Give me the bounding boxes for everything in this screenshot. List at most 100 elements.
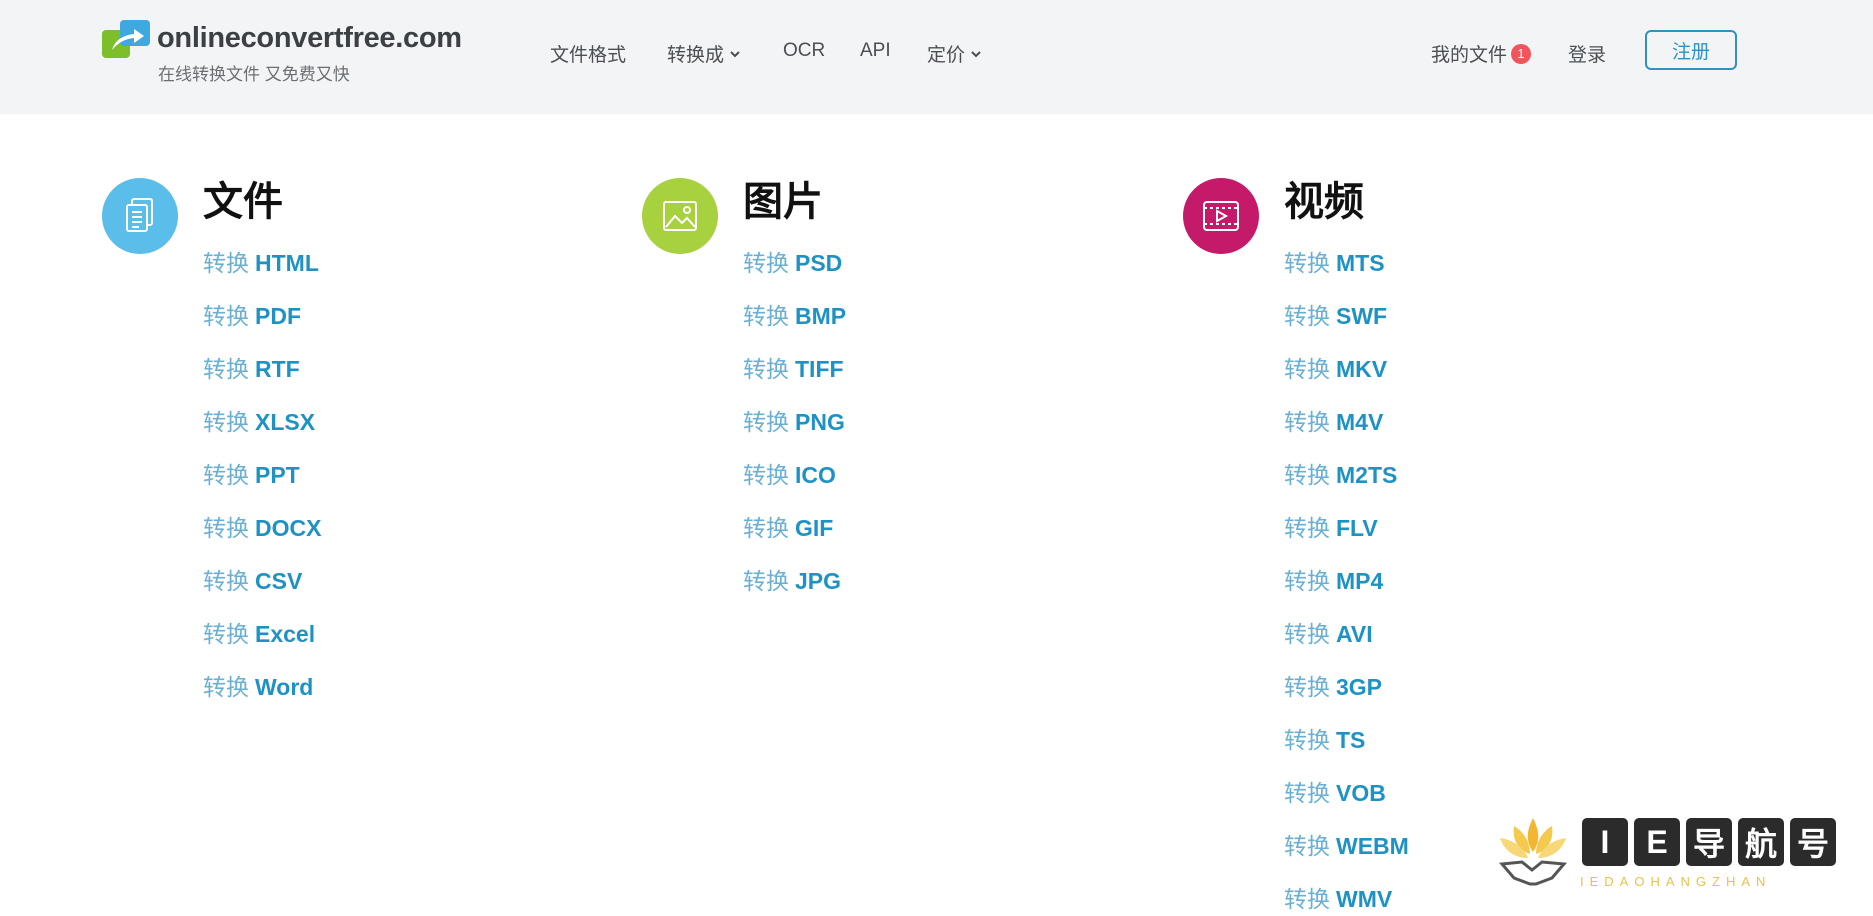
convert-link-mts[interactable]: 转换 MTS xyxy=(1284,249,1385,277)
convert-verb: 转换 xyxy=(203,250,249,276)
convert-verb: 转换 xyxy=(203,356,249,382)
category-title: 视频 xyxy=(1284,180,1364,224)
format-name: PSD xyxy=(795,250,843,276)
convert-verb: 转换 xyxy=(743,515,789,541)
convert-link-xlsx[interactable]: 转换 XLSX xyxy=(203,408,315,436)
format-name: CSV xyxy=(255,568,303,594)
convert-link-pdf[interactable]: 转换 PDF xyxy=(203,302,301,330)
format-name: PNG xyxy=(795,409,845,435)
convert-link-html[interactable]: 转换 HTML xyxy=(203,249,319,277)
brand-tagline: 在线转换文件 又免费又快 xyxy=(158,65,350,84)
nav-pricing[interactable]: 定价 xyxy=(927,40,981,67)
signup-button[interactable]: 注册 xyxy=(1645,30,1737,70)
image-icon xyxy=(642,178,718,254)
convert-link-excel[interactable]: 转换 Excel xyxy=(203,620,315,648)
category-title: 文件 xyxy=(203,180,283,224)
convert-verb: 转换 xyxy=(1284,886,1330,912)
convert-link-webm[interactable]: 转换 WEBM xyxy=(1284,832,1409,860)
convert-link-3gp[interactable]: 转换 3GP xyxy=(1284,673,1382,701)
format-name: XLSX xyxy=(255,409,316,435)
nav-api[interactable]: API xyxy=(860,40,891,62)
convert-link-jpg[interactable]: 转换 JPG xyxy=(743,567,841,595)
watermark-char: 号 xyxy=(1790,818,1836,866)
convert-link-csv[interactable]: 转换 CSV xyxy=(203,567,302,595)
convert-link-avi[interactable]: 转换 AVI xyxy=(1284,620,1373,648)
convert-link-bmp[interactable]: 转换 BMP xyxy=(743,302,846,330)
site-header: onlineconvertfree.com 在线转换文件 又免费又快 文件格式 … xyxy=(0,0,1873,114)
convert-verb: 转换 xyxy=(1284,462,1330,488)
nav-ocr[interactable]: OCR xyxy=(783,40,825,62)
nav-convert-to[interactable]: 转换成 xyxy=(667,40,740,67)
category-title: 图片 xyxy=(743,180,823,224)
convert-link-psd[interactable]: 转换 PSD xyxy=(743,249,842,277)
site-logo[interactable]: onlineconvertfree.com 在线转换文件 又免费又快 xyxy=(102,20,502,84)
format-name: Word xyxy=(255,674,314,700)
nav-formats[interactable]: 文件格式 xyxy=(550,40,626,67)
convert-link-ico[interactable]: 转换 ICO xyxy=(743,461,836,489)
convert-verb: 转换 xyxy=(743,568,789,594)
nav-ocr-label: OCR xyxy=(783,40,826,61)
convert-link-ppt[interactable]: 转换 PPT xyxy=(203,461,300,489)
convert-verb: 转换 xyxy=(1284,833,1330,859)
convert-verb: 转换 xyxy=(1284,727,1330,753)
format-name: WMV xyxy=(1336,886,1393,912)
convert-verb: 转换 xyxy=(1284,568,1330,594)
convert-link-m4v[interactable]: 转换 M4V xyxy=(1284,408,1383,436)
convert-verb: 转换 xyxy=(743,356,789,382)
convert-verb: 转换 xyxy=(743,250,789,276)
format-name: VOB xyxy=(1336,780,1386,806)
nav-pricing-label: 定价 xyxy=(927,45,966,66)
my-files-label: 我的文件 xyxy=(1431,45,1508,66)
chevron-down-icon xyxy=(730,50,740,57)
convert-verb: 转换 xyxy=(1284,356,1330,382)
nav-formats-label: 文件格式 xyxy=(550,45,627,66)
convert-verb: 转换 xyxy=(203,303,249,329)
format-name: PDF xyxy=(255,303,301,329)
watermark-char: 航 xyxy=(1738,818,1784,866)
format-name: RTF xyxy=(255,356,300,382)
convert-link-ts[interactable]: 转换 TS xyxy=(1284,726,1365,754)
convert-link-mkv[interactable]: 转换 MKV xyxy=(1284,355,1387,383)
my-files-link[interactable]: 我的文件 1 xyxy=(1431,40,1532,67)
brand-name: onlineconvertfree.com xyxy=(157,22,462,54)
nav-convert-to-label: 转换成 xyxy=(667,45,725,66)
convert-link-vob[interactable]: 转换 VOB xyxy=(1284,779,1386,807)
my-files-count-badge: 1 xyxy=(1511,43,1532,64)
convert-link-gif[interactable]: 转换 GIF xyxy=(743,514,833,542)
nav-api-label: API xyxy=(860,40,891,61)
convert-link-wmv[interactable]: 转换 WMV xyxy=(1284,885,1392,913)
format-name: M2TS xyxy=(1336,462,1398,488)
convert-verb: 转换 xyxy=(1284,303,1330,329)
convert-link-flv[interactable]: 转换 FLV xyxy=(1284,514,1378,542)
format-name: TIFF xyxy=(795,356,844,382)
format-name: TS xyxy=(1336,727,1366,753)
format-name: MP4 xyxy=(1336,568,1384,594)
convert-link-m2ts[interactable]: 转换 M2TS xyxy=(1284,461,1397,489)
convert-verb: 转换 xyxy=(203,515,249,541)
convert-verb: 转换 xyxy=(203,409,249,435)
document-icon xyxy=(102,178,178,254)
format-name: WEBM xyxy=(1336,833,1409,859)
login-link[interactable]: 登录 xyxy=(1568,40,1606,67)
convert-link-docx[interactable]: 转换 DOCX xyxy=(203,514,321,542)
convert-link-tiff[interactable]: 转换 TIFF xyxy=(743,355,844,383)
convert-verb: 转换 xyxy=(1284,621,1330,647)
convert-link-swf[interactable]: 转换 SWF xyxy=(1284,302,1387,330)
format-name: HTML xyxy=(255,250,319,276)
watermark-char: E xyxy=(1634,818,1680,866)
convert-verb: 转换 xyxy=(203,462,249,488)
convert-link-mp4[interactable]: 转换 MP4 xyxy=(1284,567,1383,595)
logo-mark-icon xyxy=(102,20,150,58)
format-name: 3GP xyxy=(1336,674,1383,700)
chevron-down-icon xyxy=(971,50,981,57)
watermark-logo: I E 导 航 号 IEDAOHANGZHAN xyxy=(1492,812,1852,896)
convert-link-rtf[interactable]: 转换 RTF xyxy=(203,355,300,383)
convert-verb: 转换 xyxy=(203,674,249,700)
convert-link-png[interactable]: 转换 PNG xyxy=(743,408,845,436)
watermark-subtitle: IEDAOHANGZHAN xyxy=(1580,874,1772,889)
format-name: ICO xyxy=(795,462,836,488)
convert-verb: 转换 xyxy=(743,303,789,329)
format-name: GIF xyxy=(795,515,834,541)
format-name: JPG xyxy=(795,568,842,594)
convert-link-word[interactable]: 转换 Word xyxy=(203,673,313,701)
